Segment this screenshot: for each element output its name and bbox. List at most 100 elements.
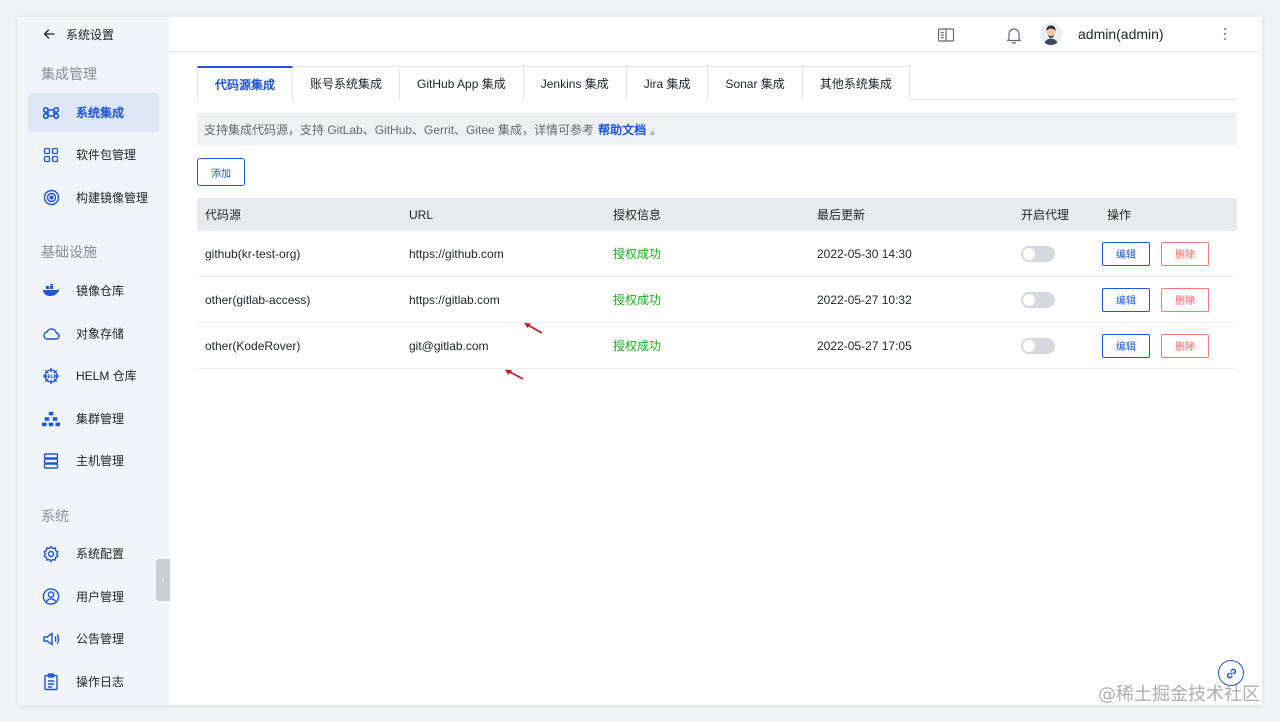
sidebar-item-user[interactable]: 用户管理 bbox=[28, 577, 159, 616]
sidebar-item-label: 对象存储 bbox=[76, 327, 125, 341]
sidebar-item-label: 系统配置 bbox=[76, 547, 125, 561]
table-row: other(KodeRover) git@gitlab.com 授权成功 202… bbox=[197, 323, 1237, 369]
bell-icon[interactable] bbox=[1005, 26, 1023, 44]
sidebar-item-label: 用户管理 bbox=[76, 590, 125, 604]
announcement-icon bbox=[42, 630, 60, 648]
cell-auth-status: 授权成功 bbox=[613, 293, 662, 307]
tab-code-source[interactable]: 代码源集成 bbox=[197, 66, 294, 101]
cell-source: github(kr-test-org) bbox=[205, 246, 301, 261]
sidebar-item-system-config[interactable]: 系统配置 bbox=[28, 534, 159, 573]
tab-github-app[interactable]: GitHub App 集成 bbox=[400, 66, 524, 100]
edit-button[interactable]: 编辑 bbox=[1102, 333, 1150, 358]
tab-jira[interactable]: Jira 集成 bbox=[626, 66, 709, 100]
sidebar-item-helm[interactable]: HELM HELM 仓库 bbox=[28, 356, 159, 395]
table-row: github(kr-test-org) https://github.com 授… bbox=[197, 231, 1237, 277]
sidebar-item-build-image[interactable]: 构建镜像管理 bbox=[28, 178, 159, 217]
sidebar-item-label: 主机管理 bbox=[76, 454, 125, 468]
sidebar-item-image-registry[interactable]: 镜像仓库 bbox=[28, 271, 159, 310]
code-source-table: 代码源 URL 授权信息 最后更新 开启代理 操作 github(kr-test… bbox=[197, 198, 1237, 369]
delete-button[interactable]: 删除 bbox=[1161, 333, 1209, 358]
log-icon bbox=[42, 672, 60, 691]
package-icon bbox=[42, 146, 60, 164]
column-header-updated: 最后更新 bbox=[817, 208, 866, 222]
help-doc-link[interactable]: 帮助文档 bbox=[598, 121, 646, 138]
link-icon bbox=[1226, 668, 1236, 678]
info-banner: 支持集成代码源，支持 GitLab、GitHub、Gerrit、Gitee 集成… bbox=[197, 113, 1237, 145]
group-title-integration: 集成管理 bbox=[41, 66, 97, 82]
info-text: 支持集成代码源，支持 GitLab、GitHub、Gerrit、Gitee 集成… bbox=[204, 122, 595, 137]
cell-auth-status: 授权成功 bbox=[613, 247, 662, 261]
build-image-icon bbox=[42, 189, 60, 207]
sidebar-item-package[interactable]: 软件包管理 bbox=[28, 135, 159, 174]
back-label: 系统设置 bbox=[66, 27, 115, 42]
cell-source: other(gitlab-access) bbox=[205, 292, 311, 307]
edit-button[interactable]: 编辑 bbox=[1102, 241, 1150, 266]
cell-updated: 2022-05-27 17:05 bbox=[817, 338, 912, 353]
more-icon[interactable] bbox=[1221, 25, 1229, 43]
annotation-arrow-icon bbox=[524, 323, 543, 334]
chevron-left-icon: ‹ bbox=[161, 574, 165, 586]
settings-icon bbox=[42, 544, 60, 563]
arrow-left-icon bbox=[43, 29, 55, 39]
sidebar-collapse-handle[interactable]: ‹ bbox=[156, 559, 170, 601]
proxy-toggle[interactable] bbox=[1021, 337, 1055, 354]
column-header-auth: 授权信息 bbox=[613, 208, 662, 222]
sidebar-item-operation-log[interactable]: 操作日志 bbox=[28, 662, 159, 701]
cell-source: other(KodeRover) bbox=[205, 338, 301, 353]
cloud-storage-icon bbox=[42, 325, 60, 343]
group-title-system: 系统 bbox=[41, 508, 69, 524]
tab-other-systems[interactable]: 其他系统集成 bbox=[802, 66, 910, 100]
proxy-toggle[interactable] bbox=[1021, 291, 1055, 308]
sidebar-item-label: HELM 仓库 bbox=[76, 369, 137, 383]
user-icon bbox=[42, 588, 60, 606]
cluster-icon bbox=[42, 410, 60, 428]
cell-url: https://github.com bbox=[409, 246, 504, 261]
sidebar-item-announcement[interactable]: 公告管理 bbox=[28, 619, 159, 658]
edit-button[interactable]: 编辑 bbox=[1102, 287, 1150, 312]
sidebar-item-label: 软件包管理 bbox=[76, 148, 137, 162]
sidebar-item-system-integration[interactable]: 系统集成 bbox=[28, 93, 159, 132]
column-header-actions: 操作 bbox=[1107, 208, 1132, 222]
table-row: other(gitlab-access) https://gitlab.com … bbox=[197, 277, 1237, 323]
group-title-infrastructure: 基础设施 bbox=[41, 244, 97, 260]
top-bar: admin(admin) bbox=[169, 17, 1262, 52]
cell-url: https://gitlab.com bbox=[409, 292, 500, 307]
sidebar-item-label: 操作日志 bbox=[76, 675, 125, 689]
username[interactable]: admin(admin) bbox=[1078, 26, 1164, 42]
docker-registry-icon bbox=[42, 282, 60, 300]
column-header-source: 代码源 bbox=[205, 208, 242, 222]
info-tail: 。 bbox=[650, 122, 663, 137]
server-icon bbox=[42, 452, 60, 470]
sidebar-item-label: 镜像仓库 bbox=[76, 284, 125, 298]
integration-icon bbox=[42, 104, 60, 122]
tab-account-system[interactable]: 账号系统集成 bbox=[293, 66, 401, 100]
column-header-url: URL bbox=[409, 207, 434, 222]
delete-button[interactable]: 删除 bbox=[1161, 241, 1209, 266]
avatar[interactable] bbox=[1040, 23, 1062, 45]
tab-jenkins[interactable]: Jenkins 集成 bbox=[523, 66, 627, 100]
cell-auth-status: 授权成功 bbox=[613, 339, 662, 353]
sidebar-item-label: 构建镜像管理 bbox=[76, 191, 149, 205]
sidebar-item-object-storage[interactable]: 对象存储 bbox=[28, 314, 159, 353]
back-button[interactable]: 系统设置 bbox=[42, 26, 114, 42]
proxy-toggle[interactable] bbox=[1021, 245, 1055, 262]
sidebar-item-host[interactable]: 主机管理 bbox=[28, 441, 159, 480]
sidebar-item-label: 系统集成 bbox=[76, 106, 125, 120]
app-window: 系统设置 集成管理 系统集成 软件包管理 构建镜像管理 基础设施 镜像仓库 对象… bbox=[18, 17, 1262, 705]
svg-text:HELM: HELM bbox=[44, 374, 59, 380]
sidebar-item-label: 公告管理 bbox=[76, 632, 125, 646]
sidebar-item-cluster[interactable]: 集群管理 bbox=[28, 399, 159, 438]
sidebar-item-label: 集群管理 bbox=[76, 412, 125, 426]
add-button[interactable]: 添加 bbox=[197, 158, 245, 186]
column-header-proxy: 开启代理 bbox=[1021, 208, 1070, 222]
cell-url: git@gitlab.com bbox=[409, 338, 489, 353]
tab-sonar[interactable]: Sonar 集成 bbox=[708, 66, 803, 100]
integration-tabs: 代码源集成 账号系统集成 GitHub App 集成 Jenkins 集成 Ji… bbox=[197, 66, 1237, 101]
annotation-arrow-icon bbox=[505, 369, 524, 380]
helm-icon: HELM bbox=[42, 367, 60, 385]
cell-updated: 2022-05-27 10:32 bbox=[817, 292, 912, 307]
docs-icon[interactable] bbox=[937, 26, 955, 44]
main-content: 代码源集成 账号系统集成 GitHub App 集成 Jenkins 集成 Ji… bbox=[169, 53, 1262, 705]
watermark: @稀土掘金技术社区 bbox=[1098, 684, 1260, 705]
delete-button[interactable]: 删除 bbox=[1161, 287, 1209, 312]
